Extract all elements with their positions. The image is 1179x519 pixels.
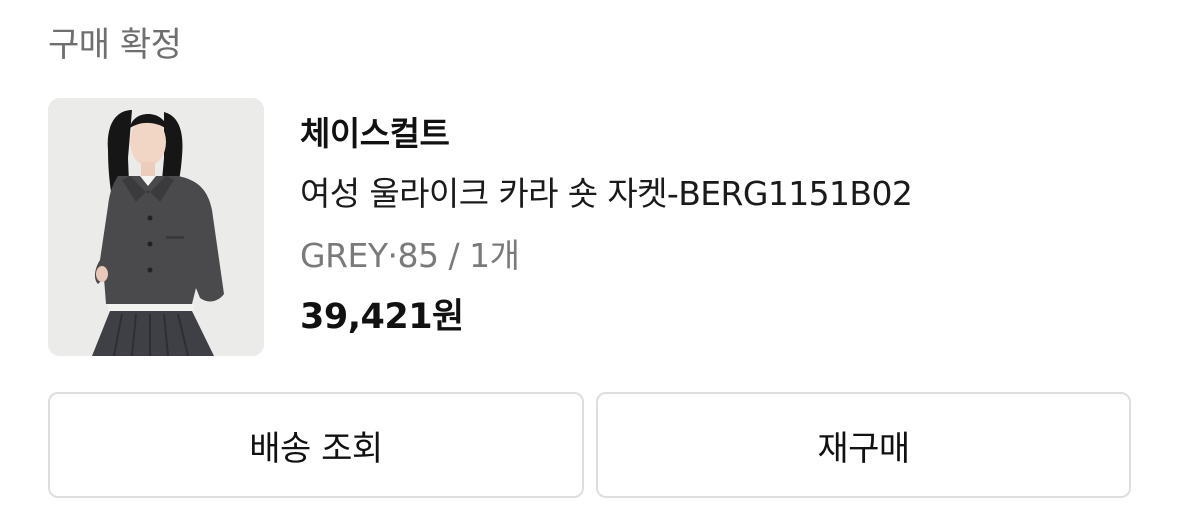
- rebuy-button[interactable]: 재구매: [596, 392, 1131, 498]
- product-brand[interactable]: 체이스컬트: [300, 112, 450, 156]
- product-price: 39,421원: [300, 297, 464, 337]
- product-option: GREY·85 / 1개: [300, 236, 520, 275]
- track-delivery-button[interactable]: 배송 조회: [48, 392, 584, 498]
- order-status-title: 구매 확정: [48, 25, 182, 65]
- product-image: [48, 98, 264, 356]
- product-name[interactable]: 여성 울라이크 카라 숏 자켓-BERG1151B02: [300, 172, 913, 216]
- product-thumbnail[interactable]: [48, 98, 264, 356]
